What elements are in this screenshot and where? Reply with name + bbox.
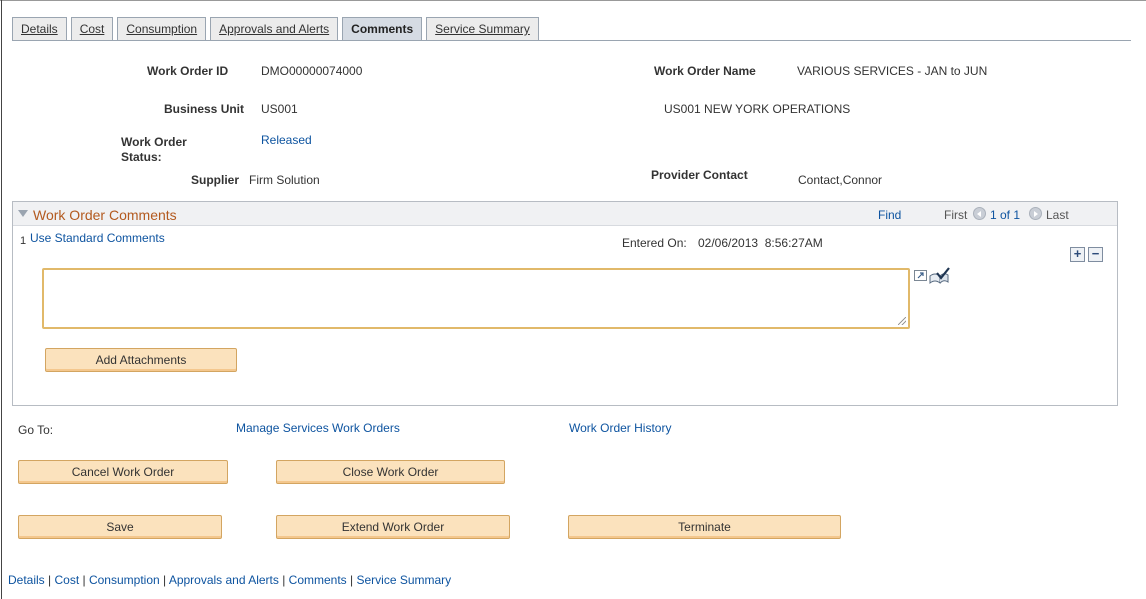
work-order-id-label: Work Order ID <box>147 64 229 78</box>
terminate-button[interactable]: Terminate <box>568 515 841 539</box>
footer-link-details[interactable]: Details <box>8 573 45 587</box>
supplier-value: Firm Solution <box>249 173 320 187</box>
add-attachments-button[interactable]: Add Attachments <box>45 348 237 372</box>
find-link[interactable]: Find <box>878 208 901 222</box>
tab-cost[interactable]: Cost <box>70 17 114 41</box>
tab-bar: Details Cost Consumption Approvals and A… <box>12 17 543 41</box>
delete-row-button[interactable]: − <box>1088 247 1103 262</box>
extend-work-order-button[interactable]: Extend Work Order <box>276 515 510 539</box>
work-order-name-label: Work Order Name <box>654 64 756 78</box>
grid-title: Work Order Comments <box>33 207 177 223</box>
tab-comments[interactable]: Comments <box>342 17 423 41</box>
resize-handle-icon[interactable] <box>898 317 906 325</box>
row-number: 1 <box>20 235 27 247</box>
work-order-name-value: VARIOUS SERVICES - JAN to JUN <box>797 64 988 78</box>
business-unit-value: US001 <box>261 102 298 116</box>
status-label-line2: Status: <box>121 150 162 164</box>
top-border <box>0 0 1146 1</box>
last-label: Last <box>1046 208 1069 222</box>
supplier-label: Supplier <box>191 173 240 187</box>
tab-details[interactable]: Details <box>12 17 67 41</box>
footer-link-consumption[interactable]: Consumption <box>89 573 160 587</box>
footer-separator: | <box>346 573 357 587</box>
provider-contact-value: Contact,Connor <box>798 173 883 187</box>
go-to-label: Go To: <box>18 423 54 437</box>
footer-separator: | <box>44 573 55 587</box>
collapse-icon[interactable] <box>18 210 28 217</box>
tab-consumption[interactable]: Consumption <box>117 17 207 41</box>
work-order-history-link[interactable]: Work Order History <box>569 421 671 435</box>
work-order-id-value: DMO00000074000 <box>261 64 363 78</box>
status-label-line1: Work Order <box>121 135 187 149</box>
tab-underline <box>12 40 1131 41</box>
footer-tab-links: Details | Cost | Consumption | Approvals… <box>8 573 451 587</box>
left-border <box>1 0 2 599</box>
footer-link-approvals-and-alerts[interactable]: Approvals and Alerts <box>169 573 279 587</box>
status-value-link[interactable]: Released <box>261 133 312 147</box>
save-button[interactable]: Save <box>18 515 222 539</box>
first-label: First <box>944 208 968 222</box>
cancel-work-order-button[interactable]: Cancel Work Order <box>18 460 228 484</box>
comment-textarea[interactable] <box>42 268 910 329</box>
footer-link-comments[interactable]: Comments <box>289 573 347 587</box>
close-work-order-button[interactable]: Close Work Order <box>276 460 505 484</box>
footer-link-cost[interactable]: Cost <box>54 573 79 587</box>
business-unit-description: US001 NEW YORK OPERATIONS <box>664 102 851 116</box>
tab-approvals-and-alerts[interactable]: Approvals and Alerts <box>210 17 339 41</box>
previous-row-icon[interactable] <box>973 207 986 220</box>
entered-on-label: Entered On: <box>622 236 687 250</box>
business-unit-label: Business Unit <box>164 102 245 116</box>
footer-separator: | <box>79 573 89 587</box>
spell-check-icon[interactable] <box>929 267 951 285</box>
next-row-icon[interactable] <box>1029 207 1042 220</box>
footer-separator: | <box>278 573 289 587</box>
entered-on-value: 02/06/2013 8:56:27AM <box>698 236 823 250</box>
grid-header: Work Order Comments Find First 1 of 1 La… <box>13 202 1117 226</box>
add-row-button[interactable]: + <box>1070 247 1085 262</box>
footer-separator: | <box>159 573 169 587</box>
manage-services-work-orders-link[interactable]: Manage Services Work Orders <box>236 421 400 435</box>
use-standard-comments-link[interactable]: Use Standard Comments <box>30 231 165 245</box>
page-info: 1 of 1 <box>990 208 1021 222</box>
footer-link-service-summary[interactable]: Service Summary <box>356 573 451 587</box>
expand-textarea-icon[interactable] <box>914 270 928 282</box>
tab-service-summary[interactable]: Service Summary <box>426 17 539 41</box>
provider-contact-label: Provider Contact <box>651 168 748 182</box>
